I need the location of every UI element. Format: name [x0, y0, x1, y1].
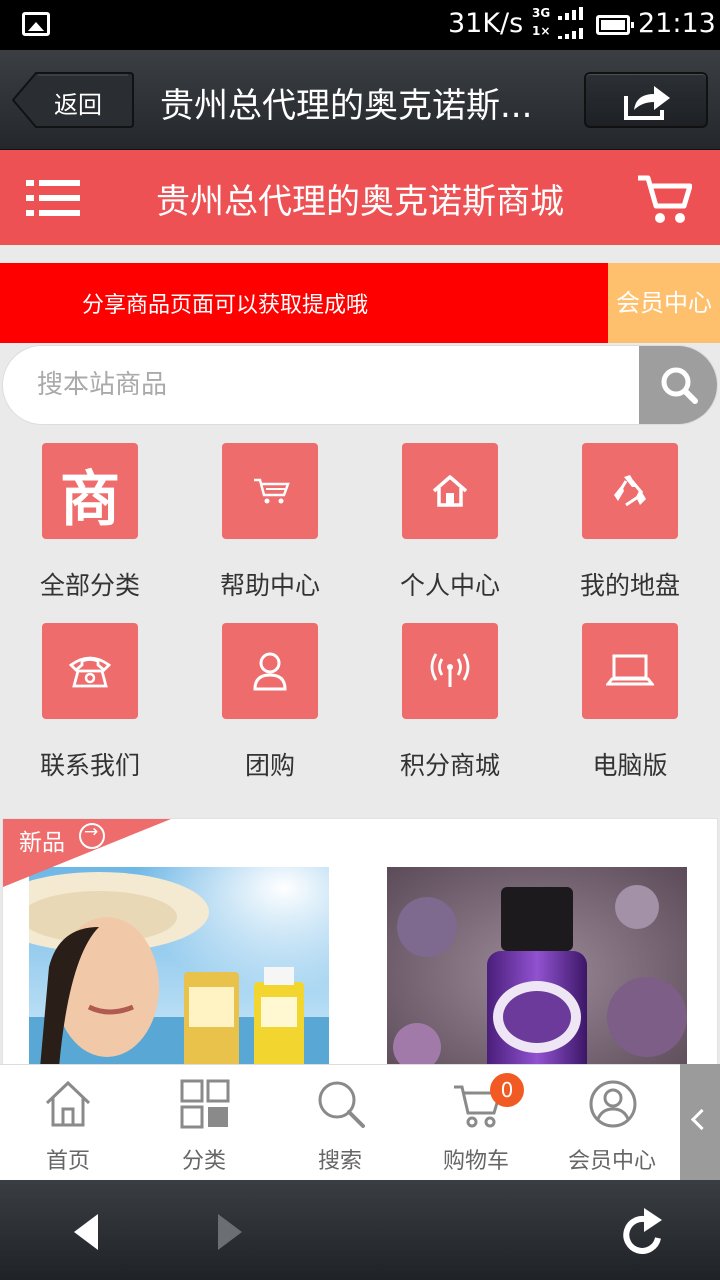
grid-label: 电脑版 — [592, 751, 668, 780]
recycle-glyph — [614, 475, 646, 507]
grid-item-points-mall[interactable]: 积分商城 — [360, 620, 540, 796]
sunscreen-product-image — [29, 867, 329, 1077]
grid-item-personal-center[interactable]: 个人中心 — [360, 440, 540, 616]
grid-item-contact-us[interactable]: 联系我们 — [0, 620, 180, 796]
user-glyph — [253, 652, 287, 691]
new-products-label: 新品 — [19, 830, 65, 856]
share-icon — [624, 86, 670, 120]
arrow-right-icon — [79, 822, 105, 849]
network-type-bottom: 1× — [532, 24, 551, 38]
new-products-ribbon[interactable]: 新品 — [3, 819, 173, 889]
grid-item-help-center[interactable]: 帮助中心 — [180, 440, 360, 616]
grid-item-my-territory[interactable]: 我的地盘 — [540, 440, 720, 616]
grid-label: 团购 — [244, 751, 295, 780]
site-title: 贵州总代理的奥克诺斯商城 — [156, 182, 564, 222]
nav-label: 搜索 — [317, 1149, 362, 1174]
phone-icon — [42, 623, 138, 719]
category-icon — [180, 1079, 230, 1129]
home-glyph — [432, 475, 468, 507]
network-type-top: 3G — [532, 6, 551, 20]
member-center-link[interactable]: 会员中心 — [608, 263, 720, 343]
clock: 21:13 — [638, 8, 716, 39]
grid-label: 全部分类 — [39, 571, 140, 600]
grid-item-all-categories[interactable]: 商 全部分类 — [0, 440, 180, 616]
home-icon — [402, 443, 498, 539]
page-title: 贵州总代理的奥克诺斯... — [160, 86, 533, 126]
signal-bars-icon — [558, 7, 583, 39]
phone-glyph — [68, 656, 112, 688]
grid-label: 个人中心 — [399, 571, 500, 600]
product-image-sunscreen[interactable] — [29, 867, 329, 1077]
nav-item-category[interactable]: 分类 — [136, 1065, 272, 1181]
cart-icon[interactable] — [636, 172, 692, 226]
grid-item-group-buy[interactable]: 团购 — [180, 620, 360, 796]
search-bar — [2, 345, 718, 425]
network-type: 3G 1× — [532, 6, 550, 38]
grid-label: 联系我们 — [39, 751, 140, 780]
back-arrow-icon[interactable] — [70, 1212, 100, 1252]
refresh-icon[interactable] — [620, 1204, 668, 1258]
battery-icon — [596, 15, 634, 35]
side-collapse-tab[interactable] — [680, 1064, 720, 1180]
browser-titlebar: 返回 贵州总代理的奥克诺斯... — [0, 50, 720, 150]
grid-label: 积分商城 — [399, 751, 500, 780]
forward-arrow-icon[interactable] — [216, 1212, 246, 1252]
promo-banner: 分享商品页面可以获取提成哦 — [0, 263, 608, 343]
share-button[interactable] — [584, 72, 708, 128]
cart-count-badge: 0 — [490, 1073, 524, 1107]
nav-item-cart[interactable]: 0 购物车 — [408, 1065, 544, 1181]
screen: 31K/s 3G 1× 21:13 返回 贵州总代理的奥克诺斯... 贵州总代理… — [0, 0, 720, 1280]
nav-label: 会员中心 — [567, 1149, 656, 1174]
nav-item-member-center[interactable]: 会员中心 — [544, 1065, 680, 1181]
search-button[interactable] — [639, 346, 717, 424]
browser-bottom-bar — [0, 1180, 720, 1280]
grid-label: 帮助中心 — [219, 571, 320, 600]
user-icon — [222, 623, 318, 719]
network-speed: 31K/s — [448, 8, 524, 39]
search-input[interactable] — [37, 346, 637, 424]
nav-item-search[interactable]: 搜索 — [272, 1065, 408, 1181]
essential-oil-product-image — [387, 867, 687, 1077]
new-products-section: 新品 — [2, 818, 718, 1078]
shop-glyph: 商 — [60, 465, 120, 535]
nav-label: 分类 — [181, 1149, 226, 1174]
search-icon — [661, 367, 698, 404]
back-button-label: 返回 — [54, 91, 102, 119]
image-notification-icon — [22, 12, 50, 36]
recycle-icon — [582, 443, 678, 539]
laptop-icon — [582, 623, 678, 719]
site-header: 贵州总代理的奥克诺斯商城 — [0, 150, 720, 245]
laptop-glyph — [606, 654, 654, 686]
home-icon — [45, 1080, 91, 1127]
nav-label: 首页 — [45, 1149, 90, 1174]
search-icon — [318, 1081, 365, 1128]
user-icon — [589, 1080, 637, 1128]
signal-glyph — [430, 653, 470, 687]
promo-text: 分享商品页面可以获取提成哦 — [82, 293, 369, 318]
cart-icon — [222, 443, 318, 539]
grid-item-pc-version[interactable]: 电脑版 — [540, 620, 720, 796]
product-image-essential-oil[interactable] — [387, 867, 687, 1077]
status-bar: 31K/s 3G 1× 21:13 — [0, 0, 720, 50]
nav-item-home[interactable]: 首页 — [0, 1065, 136, 1181]
grid-label: 我的地盘 — [579, 571, 680, 600]
nav-label: 购物车 — [442, 1149, 509, 1174]
shop-icon: 商 — [42, 443, 138, 539]
shortcut-grid: 商 全部分类 帮助中心 个人中心 我的地盘 联系我们 团购 积分商城 电脑版 — [0, 440, 720, 800]
bottom-nav: 首页 分类 搜索 0 购物车 会员中心 — [0, 1064, 680, 1180]
back-button[interactable]: 返回 — [12, 72, 134, 128]
signal-icon — [402, 623, 498, 719]
cart-glyph — [254, 478, 290, 504]
